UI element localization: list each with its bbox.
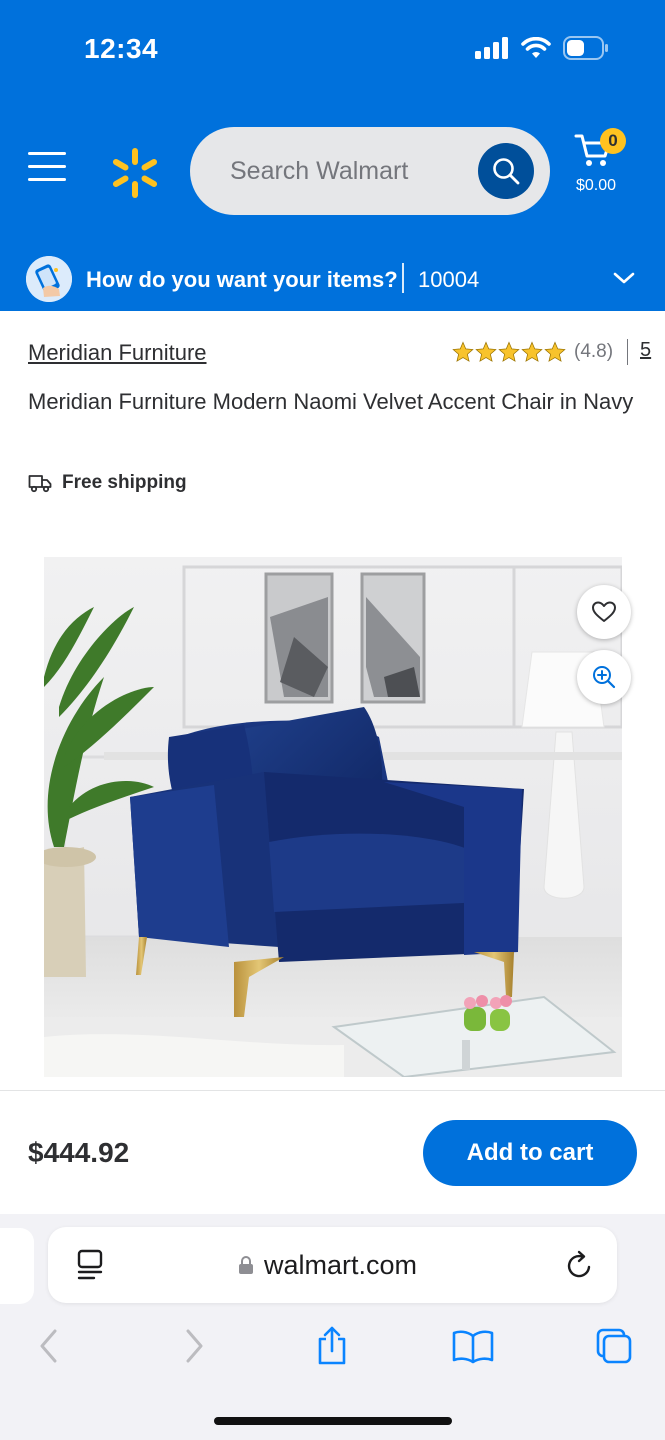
search-input[interactable]: Search Walmart	[190, 127, 550, 215]
forward-icon	[186, 1329, 203, 1363]
lock-icon	[239, 1256, 253, 1274]
battery-icon	[563, 36, 608, 60]
delivery-zip: 10004	[418, 267, 480, 292]
reader-icon[interactable]	[76, 1249, 106, 1281]
browser-toolbar: walmart.com	[0, 1214, 665, 1440]
tabs-icon	[596, 1328, 632, 1364]
star-icon	[452, 341, 474, 362]
url-text: walmart.com	[264, 1250, 418, 1280]
star-icon	[475, 341, 497, 362]
status-icons	[475, 36, 609, 60]
address-bar[interactable]: walmart.com	[48, 1227, 617, 1303]
product-photo-chair	[44, 557, 622, 1077]
delivery-phone-icon	[26, 256, 72, 302]
rating-stars	[452, 341, 566, 363]
truck-icon	[28, 475, 52, 493]
back-icon	[40, 1329, 57, 1363]
rating-value: (4.8)	[574, 341, 614, 362]
product-rating[interactable]: (4.8)	[452, 339, 629, 365]
delivery-prompt: How do you want your items?	[86, 267, 398, 292]
brand-link[interactable]: Meridian Furniture	[28, 340, 207, 366]
wifi-icon	[521, 37, 551, 58]
search-button[interactable]	[478, 143, 534, 199]
tabs-button[interactable]	[592, 1324, 636, 1368]
star-icon	[521, 341, 543, 362]
cellular-signal-icon	[475, 37, 508, 59]
share-button[interactable]	[310, 1324, 354, 1368]
shipping-info: Free shipping	[28, 472, 187, 494]
heart-icon	[592, 601, 616, 622]
product-price: $444.92	[28, 1137, 130, 1168]
delivery-selector[interactable]: How do you want your items? 10004	[0, 245, 665, 311]
zoom-button[interactable]	[577, 650, 631, 704]
delivery-divider	[402, 263, 404, 293]
forward-button[interactable]	[172, 1324, 216, 1368]
search-icon	[493, 158, 520, 185]
walmart-header: 12:34 Search Walmart 0 $0.00 How do you …	[0, 0, 665, 311]
product-image[interactable]	[44, 557, 622, 1077]
star-icon	[544, 341, 566, 362]
star-icon	[498, 341, 520, 362]
review-count-link[interactable]: 5	[640, 339, 651, 362]
walmart-spark-logo[interactable]	[108, 146, 162, 200]
product-title: Meridian Furniture Modern Naomi Velvet A…	[28, 389, 634, 414]
bookmarks-icon	[452, 1330, 494, 1364]
menu-button[interactable]	[28, 152, 66, 188]
browser-nav-row	[0, 1324, 665, 1374]
home-indicator	[214, 1417, 452, 1425]
previous-tab-peek[interactable]	[0, 1228, 34, 1304]
bookmarks-button[interactable]	[451, 1324, 495, 1368]
search-placeholder: Search Walmart	[230, 157, 409, 185]
share-icon	[318, 1326, 346, 1365]
rating-divider	[627, 339, 629, 365]
shipping-label: Free shipping	[62, 472, 187, 493]
cart-total: $0.00	[576, 177, 617, 194]
price-bar: $444.92 Add to cart	[0, 1090, 665, 1214]
back-button[interactable]	[27, 1324, 71, 1368]
cart-count-badge: 0	[600, 128, 626, 154]
status-time: 12:34	[84, 33, 159, 64]
favorite-button[interactable]	[577, 585, 631, 639]
zoom-in-icon	[593, 666, 616, 689]
cart-button[interactable]: 0 $0.00	[574, 128, 634, 198]
reload-icon[interactable]	[565, 1249, 595, 1281]
add-to-cart-button[interactable]: Add to cart	[423, 1120, 637, 1186]
product-page: 12:34 Search Walmart 0 $0.00 How do you …	[0, 0, 665, 1440]
chevron-down-icon	[613, 272, 635, 284]
